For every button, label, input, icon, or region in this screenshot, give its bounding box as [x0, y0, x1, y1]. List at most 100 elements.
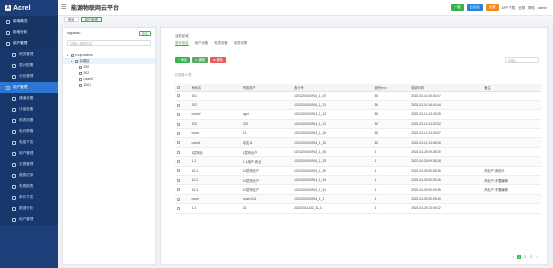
table-cell: room2	[189, 109, 241, 120]
table-search-input[interactable]: 请输入	[505, 57, 539, 63]
room-panel: 当前区域 基本信息 用户设备 电表设备 电表设置 + 添加 ✎ 编辑 ✖ 删除 …	[160, 27, 548, 265]
edit-button[interactable]: ✎ 编辑	[192, 57, 209, 63]
table-row[interactable]: 10-2 10层商业户 1201200100914_1_34 1 2022-04-25 …	[175, 175, 541, 186]
sidebar-item[interactable]: 用户管理	[0, 82, 58, 93]
sidebar-item[interactable]: 用电分析	[0, 27, 58, 38]
topbar-actions: 一键 云后台 设置 APP下载 全屏 帮助 admin	[450, 4, 547, 11]
table-cell: 1201200100914_1_35	[292, 147, 373, 158]
table-cell: 商业户-房颜卡	[482, 166, 541, 177]
table-row[interactable]: room2 xgzl 1201200100914_1_13 50 2022-03-14 …	[175, 109, 541, 120]
sidebar-item[interactable]: 用户管理	[0, 214, 58, 225]
table-row[interactable]: 1-1 1-1用户-商业 1201200100914_1_33 1 2022-04-25…	[175, 156, 541, 167]
settings-button[interactable]: 设置	[485, 4, 499, 11]
table-cell: 2022-04-25 09:29:16	[409, 175, 483, 186]
row-checkbox[interactable]	[177, 131, 180, 135]
table-cell: 10层商业户	[240, 175, 293, 186]
page-button[interactable]: 2	[523, 255, 527, 259]
cloud-button[interactable]: 云后台	[466, 4, 483, 11]
row-checkbox[interactable]	[177, 197, 180, 201]
table-row[interactable]: room 12 1201200100914_1_16 50 2022-03-14 13:…	[175, 128, 541, 139]
table-row[interactable]: 202 1201200100914_1_21 50 2022-03-14 16:41:…	[175, 100, 541, 111]
folder-icon	[75, 59, 78, 63]
table-cell	[482, 128, 541, 139]
row-checkbox[interactable]	[177, 94, 180, 98]
menu-icon	[12, 129, 16, 134]
help-link[interactable]: 帮助	[528, 5, 535, 10]
add-button[interactable]: + 添加	[175, 57, 191, 63]
menu-icon	[12, 195, 16, 200]
row-checkbox[interactable]	[177, 207, 180, 211]
table-cell	[482, 194, 541, 205]
folder-icon	[79, 71, 82, 75]
table-cell	[482, 100, 541, 111]
sidebar-item[interactable]: 通道设置	[0, 93, 58, 104]
user-menu[interactable]: admin	[538, 6, 547, 10]
add-area-button[interactable]: 添加	[138, 30, 151, 36]
table-cell: 1201200100914_1_21	[292, 100, 373, 111]
sidebar-item[interactable]: 网关管理	[0, 49, 58, 60]
page-button[interactable]: ‹	[511, 255, 515, 259]
row-checkbox[interactable]	[177, 160, 180, 164]
tree-node[interactable]: 1001	[63, 82, 155, 88]
tab-user-device[interactable]: 用户设备	[195, 40, 209, 46]
menu-toggle-icon[interactable]: ☰	[61, 4, 67, 11]
app-download-link[interactable]: APP下载	[502, 5, 516, 10]
row-checkbox[interactable]	[177, 141, 180, 145]
tab-meter-device[interactable]: 电表设备	[214, 40, 228, 46]
table-cell: 2022-03-14 13:25:57	[409, 128, 483, 139]
table-cell: 1201200100914_1_16	[292, 128, 373, 139]
table-row[interactable]: 201 1201200100914_1_20 50 2022-03-14 16:41:…	[175, 91, 541, 101]
row-checkbox[interactable]	[177, 150, 180, 154]
sidebar-item[interactable]: 用电概况	[0, 16, 58, 27]
page-button[interactable]: 1	[517, 255, 521, 259]
sidebar-item[interactable]: 计量设备	[0, 104, 58, 115]
row-checkbox[interactable]	[177, 113, 180, 117]
table-row[interactable]: room room1111 1201200100914_1_1 1 2022-04-25…	[175, 194, 541, 205]
sidebar-item[interactable]: 分区管理	[0, 71, 58, 82]
fullscreen-link[interactable]: 全屏	[518, 5, 525, 10]
row-checkbox[interactable]	[177, 178, 180, 182]
sidebar-item[interactable]: 缴费记录	[0, 170, 58, 181]
table-row[interactable]: room1 杂支11 1201200100914_1_19 50 2022-03-14 …	[175, 137, 541, 148]
sidebar-item[interactable]: 电价策略	[0, 126, 58, 137]
sidebar-item[interactable]: 数据分析	[0, 203, 58, 214]
sidebar-item-label: 用电分析	[13, 30, 28, 34]
sidebar-item[interactable]: 用户管理	[0, 38, 58, 49]
breadcrumb: 当前区域	[175, 34, 189, 38]
sidebar-item[interactable]: 电费报表	[0, 181, 58, 192]
tab-user-management[interactable]: 用户管理	[80, 17, 102, 22]
table-row[interactable]: 220 220 1201200100914_1_12 50 2022-03-14 13:…	[175, 119, 541, 130]
sidebar-item[interactable]: 单价下发	[0, 192, 58, 203]
sidebar-item[interactable]: 用户管理	[0, 148, 58, 159]
select-all-checkbox[interactable]	[177, 85, 180, 89]
page-button[interactable]: 3	[529, 255, 533, 259]
table-cell	[482, 109, 541, 120]
row-checkbox[interactable]	[177, 169, 180, 173]
sidebar-item-label: 用电概况	[13, 19, 28, 23]
table-row[interactable]: 1层商业 1层商业户 1201200100914_1_35 1 2022-04-25 0…	[175, 147, 541, 158]
sidebar-item-label: 电表设置	[19, 118, 34, 122]
quick-button[interactable]: 一键	[450, 4, 464, 11]
row-select-cell	[175, 203, 190, 214]
sidebar-item[interactable]: 欠费管理	[0, 159, 58, 170]
table-cell: 1201200100914_1_12	[292, 119, 373, 130]
tab-home[interactable]: 首页	[64, 17, 79, 22]
sidebar-item[interactable]: 表计配置	[0, 60, 58, 71]
table-cell: 50	[372, 128, 410, 139]
area-tree: ▸ b-up-edeco ▸ 杂费区 220 202 room2 1001	[63, 52, 155, 88]
row-checkbox[interactable]	[177, 122, 180, 126]
row-checkbox[interactable]	[177, 188, 180, 192]
brand-name: Acrel	[13, 4, 31, 12]
tab-basic-info[interactable]: 基本信息	[175, 40, 189, 46]
table-row[interactable]: 10-1 10层商业户 1201200100914_1_30 1 2022-04-25 …	[175, 166, 541, 177]
table-row[interactable]: 1-1 22 20220314132_11-3 1 2022-04-25 13:09:2…	[175, 203, 541, 214]
sidebar-item[interactable]: 电量下发	[0, 137, 58, 148]
table-cell	[482, 156, 541, 167]
row-checkbox[interactable]	[177, 103, 180, 107]
tab-meter-settings[interactable]: 电表设置	[234, 40, 248, 46]
page-button[interactable]: ›	[535, 255, 539, 259]
table-row[interactable]: 10-3 10层商业户 1201200100914_1_31 1 2022-04-25 …	[175, 184, 541, 195]
tree-search-input[interactable]: 请输入搜索内容	[67, 40, 151, 46]
sidebar-item[interactable]: 电表设置	[0, 115, 58, 126]
delete-button[interactable]: ✖ 删除	[210, 57, 226, 63]
